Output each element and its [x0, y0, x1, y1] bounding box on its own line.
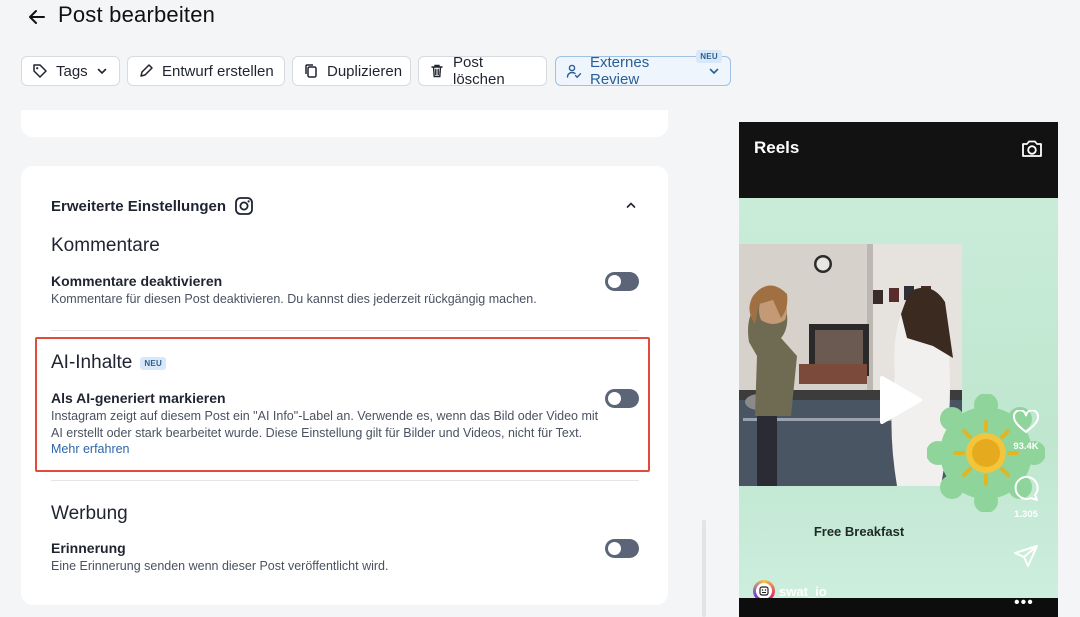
duplicate-label: Duplizieren	[327, 62, 403, 80]
duplicate-button[interactable]: Duplizieren	[292, 56, 411, 86]
like-count: 93.4K	[1013, 441, 1039, 452]
reminder-description: Eine Erinnerung senden wenn dieser Post …	[51, 559, 389, 573]
chevron-up-icon[interactable]	[622, 196, 640, 214]
trash-icon	[431, 64, 443, 78]
ai-content-heading: AI-Inhalte	[51, 352, 133, 373]
comment-icon	[1014, 475, 1039, 501]
account-name: swat_io	[779, 583, 827, 599]
chevron-down-icon	[97, 68, 106, 75]
comment-count: 1.305	[1014, 509, 1038, 520]
reel-caption: Free Breakfast	[813, 524, 905, 539]
new-badge: NEU	[696, 50, 722, 63]
mark-ai-toggle[interactable]	[605, 389, 639, 408]
disable-comments-toggle[interactable]	[605, 272, 639, 291]
copy-icon	[305, 64, 317, 78]
mark-ai-description: Instagram zeigt auf diesem Post ein "AI …	[51, 409, 599, 440]
disable-comments-title: Kommentare deaktivieren	[51, 273, 223, 289]
tags-label: Tags	[56, 62, 88, 80]
previous-card	[21, 110, 668, 137]
create-draft-button[interactable]: Entwurf erstellen	[127, 56, 285, 86]
pencil-icon	[140, 64, 153, 77]
advanced-settings-header[interactable]: Erweiterte Einstellungen	[51, 196, 254, 216]
ai-content-heading-row: AI-Inhalte NEU	[51, 352, 167, 374]
divider	[51, 330, 639, 331]
external-review-button[interactable]: Externes Review NEU	[555, 50, 731, 88]
advanced-settings-title: Erweiterte Einstellungen	[51, 197, 227, 215]
more-icon[interactable]: •••	[1014, 594, 1034, 612]
user-review-icon	[566, 64, 582, 79]
chevron-down-icon	[709, 68, 719, 75]
camera-icon[interactable]	[1020, 137, 1044, 161]
send-icon	[1014, 545, 1038, 567]
instagram-icon	[235, 197, 253, 215]
delete-post-button[interactable]: Post löschen	[418, 54, 547, 88]
reminder-toggle[interactable]	[605, 539, 639, 558]
page-header: Post bearbeiten	[0, 0, 1080, 110]
new-badge: NEU	[140, 356, 167, 370]
scrollbar[interactable]	[702, 520, 706, 617]
mark-ai-title: Als AI-generiert markieren	[51, 390, 226, 406]
reel-preview: Reels Free Breakfast 93.4K 1.305 swat_io…	[739, 122, 1058, 617]
play-icon[interactable]	[872, 374, 924, 426]
back-arrow-icon[interactable]	[24, 4, 50, 30]
ads-heading: Werbung	[51, 503, 128, 524]
draft-label: Entwurf erstellen	[162, 62, 274, 80]
tags-button[interactable]: Tags	[21, 56, 120, 86]
comments-heading: Kommentare	[51, 235, 160, 256]
heart-icon	[1012, 409, 1040, 433]
page-title: Post bearbeiten	[58, 2, 216, 27]
learn-more-link[interactable]: Mehr erfahren	[51, 442, 130, 456]
comment-action[interactable]: 1.305	[1009, 475, 1043, 520]
reminder-title: Erinnerung	[51, 540, 126, 556]
reel-header	[739, 122, 1058, 198]
disable-comments-description: Kommentare für diesen Post deaktivieren.…	[51, 292, 537, 306]
like-action[interactable]: 93.4K	[1009, 409, 1043, 452]
delete-label: Post löschen	[453, 54, 505, 88]
reel-footer	[739, 598, 1058, 617]
share-action[interactable]	[1009, 544, 1043, 573]
reels-title: Reels	[754, 138, 800, 157]
tag-icon	[33, 64, 47, 78]
divider	[51, 480, 639, 481]
review-label: Externes Review	[590, 54, 650, 88]
